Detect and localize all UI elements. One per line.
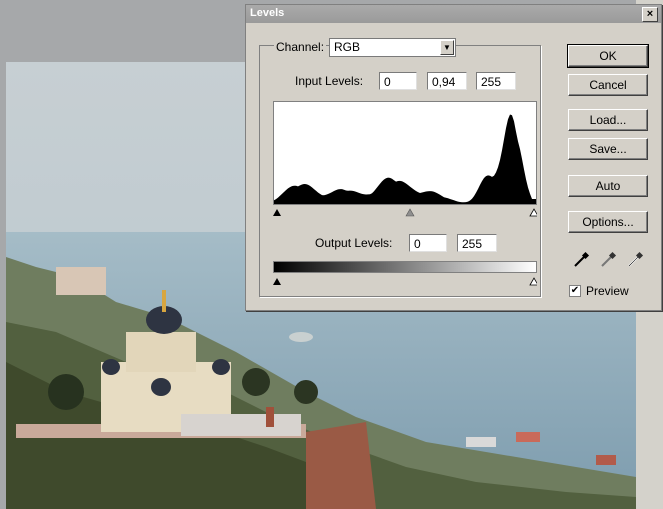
chevron-down-icon[interactable]: ▼ [440, 40, 454, 55]
histogram-graph [274, 114, 536, 204]
output-level-black-field[interactable]: 0 [409, 234, 447, 252]
save-button[interactable]: Save... [568, 138, 648, 160]
levels-dialog: Levels × Channel: RGB ▼ Input Levels: 0 … [245, 4, 662, 311]
output-white-slider[interactable] [529, 277, 539, 286]
preview-label: Preview [586, 284, 629, 298]
cancel-button[interactable]: Cancel [568, 74, 648, 96]
gray-eyedropper-icon[interactable] [599, 251, 617, 269]
checkmark-icon: ✔ [570, 285, 580, 296]
close-button[interactable]: × [642, 7, 658, 22]
auto-button[interactable]: Auto [568, 175, 648, 197]
input-levels-label: Input Levels: [295, 74, 364, 88]
dialog-titlebar[interactable]: Levels × [246, 5, 661, 23]
output-gradient-bar [273, 261, 537, 273]
input-level-white-field[interactable]: 255 [476, 72, 516, 90]
white-point-slider[interactable] [529, 208, 539, 217]
channel-value: RGB [334, 40, 361, 54]
ok-button[interactable]: OK [567, 44, 649, 68]
input-level-gamma-field[interactable]: 0,94 [427, 72, 467, 90]
output-level-white-field[interactable]: 255 [457, 234, 497, 252]
channel-select[interactable]: RGB ▼ [329, 38, 456, 57]
white-eyedropper-icon[interactable] [626, 251, 644, 269]
output-levels-label: Output Levels: [315, 236, 393, 250]
preview-checkbox[interactable]: ✔ [569, 285, 581, 297]
black-eyedropper-icon[interactable] [572, 251, 590, 269]
gamma-slider[interactable] [405, 208, 415, 217]
output-black-slider[interactable] [273, 278, 281, 285]
dialog-title: Levels [250, 7, 285, 19]
input-slider[interactable] [273, 205, 539, 217]
black-point-slider[interactable] [273, 209, 281, 216]
options-button[interactable]: Options... [568, 211, 648, 233]
histogram [273, 101, 537, 205]
input-level-black-field[interactable]: 0 [379, 72, 417, 90]
output-slider[interactable] [273, 273, 539, 286]
channel-label: Channel: [274, 40, 327, 54]
load-button[interactable]: Load... [568, 109, 648, 131]
